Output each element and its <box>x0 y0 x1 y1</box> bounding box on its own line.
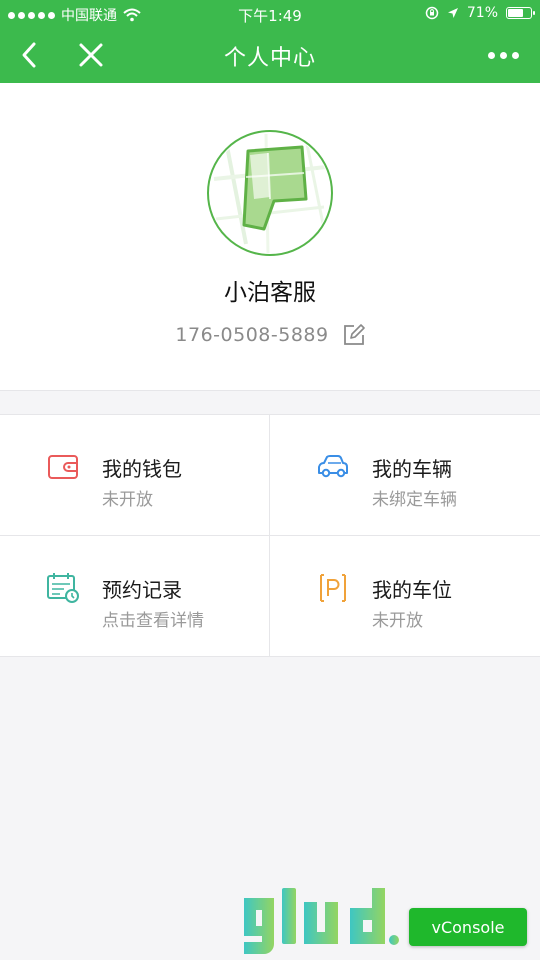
status-right: 71% <box>425 5 535 21</box>
phone-number: 176-0508-5889 <box>175 324 329 346</box>
status-bar: 中国联通 下午1:49 71% <box>0 0 540 28</box>
menu-grid: 我的钱包 未开放 我的车辆 未绑定车辆 预约记录 点击查看详情 我的车位 未开放 <box>0 414 540 657</box>
phone-row: 176-0508-5889 <box>0 324 540 346</box>
menu-item-reservations[interactable]: 预约记录 点击查看详情 <box>0 536 270 657</box>
wallet-icon <box>48 455 78 479</box>
menu-item-subtitle: 未开放 <box>372 611 423 631</box>
avatar[interactable] <box>206 129 334 257</box>
more-dot <box>499 51 507 59</box>
menu-item-wallet[interactable]: 我的钱包 未开放 <box>0 415 270 536</box>
menu-item-parking[interactable]: 我的车位 未开放 <box>270 536 540 657</box>
profile-card: 小泊客服 176-0508-5889 <box>0 83 540 391</box>
menu-item-subtitle: 未开放 <box>102 490 153 510</box>
menu-item-subtitle: 点击查看详情 <box>102 611 204 631</box>
more-dot <box>487 51 495 59</box>
menu-item-title: 我的车位 <box>372 578 452 602</box>
menu-item-vehicle[interactable]: 我的车辆 未绑定车辆 <box>270 415 540 536</box>
more-dot <box>511 51 519 59</box>
navigation-bar: 个人中心 <box>0 28 540 83</box>
calendar-icon <box>47 573 79 603</box>
battery-fill <box>508 9 523 17</box>
car-icon <box>318 455 348 478</box>
menu-item-title: 我的车辆 <box>372 457 452 481</box>
menu-item-subtitle: 未绑定车辆 <box>372 490 457 510</box>
menu-item-title: 预约记录 <box>102 578 182 602</box>
profile-name: 小泊客服 <box>224 280 316 306</box>
page-title: 个人中心 <box>223 46 316 71</box>
location-icon <box>447 8 458 18</box>
vconsole-button[interactable]: vConsole <box>409 908 527 946</box>
top-bar: 中国联通 下午1:49 71% 个人中心 <box>0 0 540 83</box>
battery-percent: 71% <box>466 5 498 21</box>
battery-icon <box>506 7 535 19</box>
menu-item-title: 我的钱包 <box>102 457 182 481</box>
edit-icon[interactable] <box>343 324 365 346</box>
parking-icon <box>320 574 346 602</box>
more-button[interactable] <box>486 44 520 66</box>
rotation-lock-icon <box>425 6 439 20</box>
